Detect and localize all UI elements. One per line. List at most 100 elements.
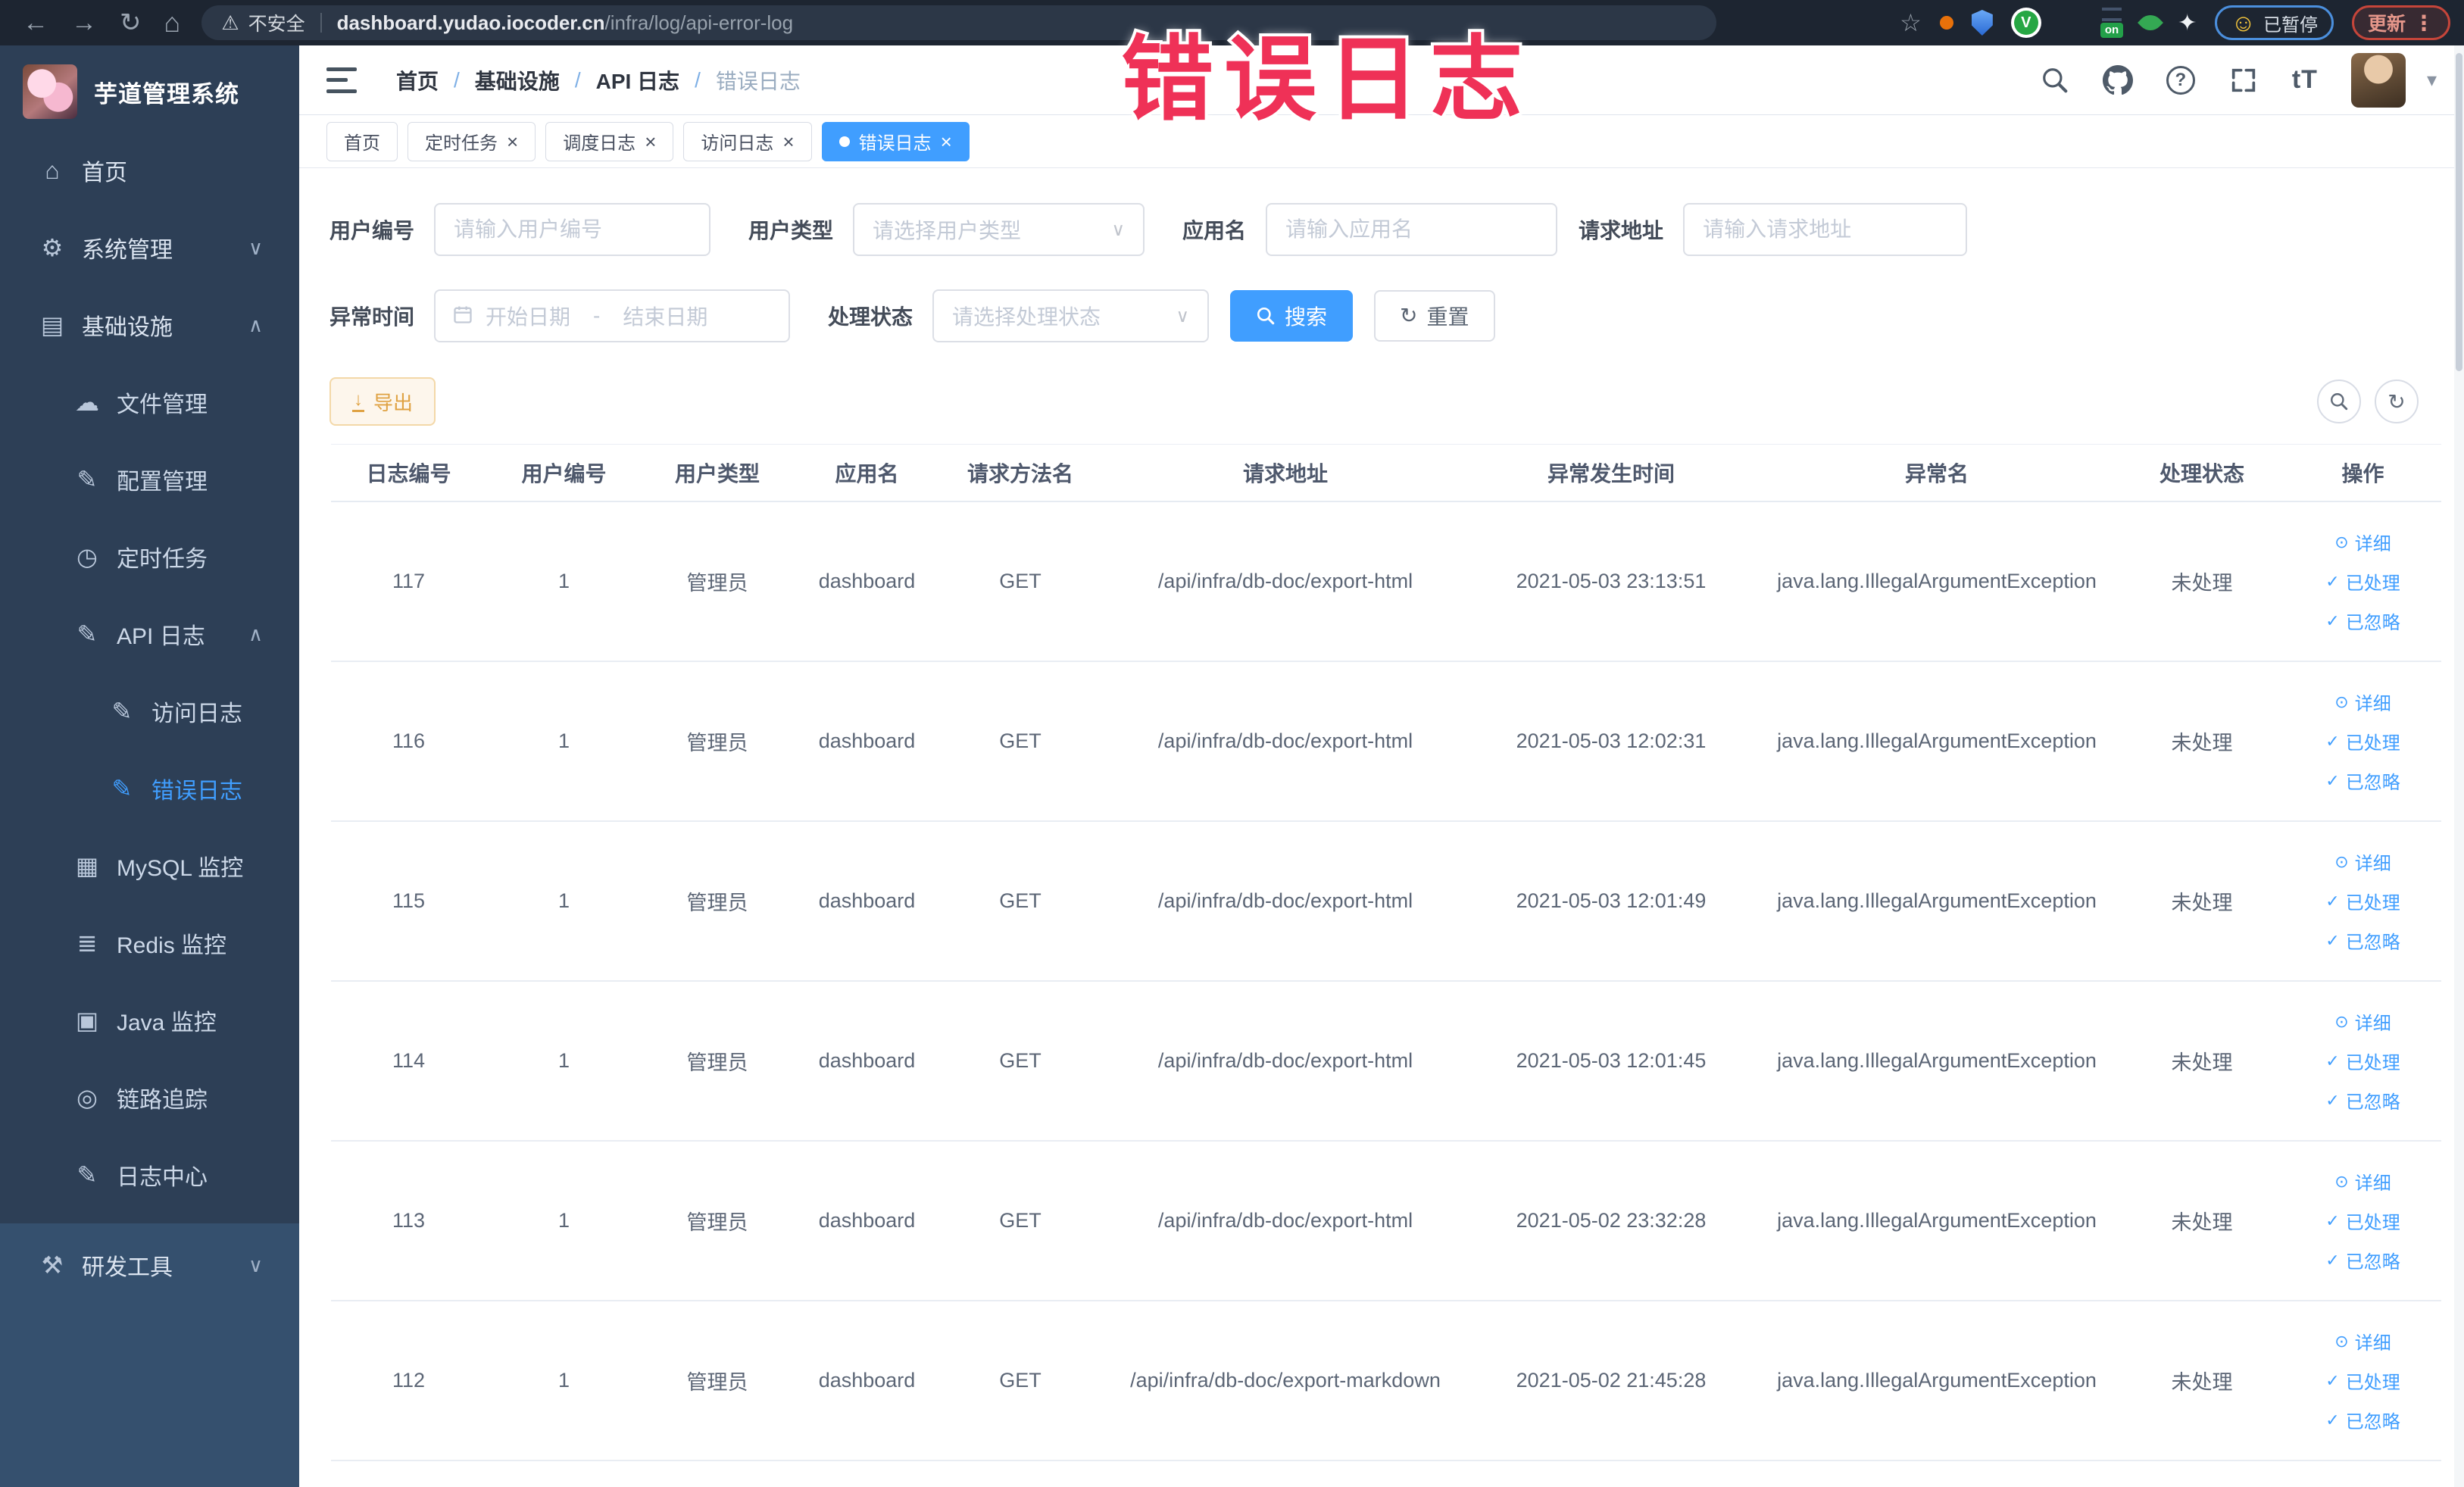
sidebar-item-system-management[interactable]: ⚙ 系统管理 ∨ bbox=[0, 209, 299, 286]
ignored-link-label: 已忽略 bbox=[2345, 932, 2400, 953]
sidebar-item-error-log[interactable]: ✎ 错误日志 bbox=[0, 750, 299, 827]
tab-close-icon[interactable]: × bbox=[507, 132, 518, 152]
detail-link[interactable]: ⊙ 详细 bbox=[2334, 529, 2391, 555]
extension-shield-icon[interactable] bbox=[1971, 10, 1993, 36]
user-avatar[interactable] bbox=[2350, 52, 2406, 108]
sidebar-item-api-log[interactable]: ✎ API 日志 ∧ bbox=[0, 595, 299, 673]
detail-link[interactable]: ⊙ 详细 bbox=[2334, 1168, 2391, 1195]
profile-avatar-icon: ☺ bbox=[2231, 9, 2256, 36]
sidebar-item-redis-monitor[interactable]: ≣ Redis 监控 bbox=[0, 904, 299, 982]
table-grid-icon: ▦ bbox=[75, 852, 99, 879]
exception-time-range-picker[interactable]: 开始日期 - 结束日期 bbox=[434, 289, 791, 342]
mark-processed-link[interactable]: ✓ 已处理 bbox=[2325, 1207, 2400, 1234]
sidebar-logo-row[interactable]: 芋道管理系统 bbox=[0, 45, 299, 121]
extension-orange-icon[interactable] bbox=[1939, 16, 1953, 30]
security-label[interactable]: 不安全 bbox=[248, 9, 305, 36]
sidebar-item-access-log[interactable]: ✎ 访问日志 bbox=[0, 673, 299, 750]
user-type-select[interactable]: 请选择用户类型 ∨ bbox=[853, 203, 1145, 256]
mark-processed-link[interactable]: ✓ 已处理 bbox=[2325, 888, 2400, 914]
reset-button-label: 重置 bbox=[1426, 305, 1469, 329]
tab-error-log[interactable]: 错误日志 × bbox=[821, 121, 970, 161]
process-status-select[interactable]: 请选择处理状态 ∨ bbox=[932, 289, 1210, 342]
tab-close-icon[interactable]: × bbox=[645, 132, 656, 152]
sidebar-item-infrastructure[interactable]: ▤ 基础设施 ∧ bbox=[0, 286, 299, 364]
mark-processed-link[interactable]: ✓ 已处理 bbox=[2325, 728, 2400, 754]
scrollbar-thumb[interactable] bbox=[2456, 53, 2462, 371]
sidebar-item-log-center[interactable]: ✎ 日志中心 bbox=[0, 1136, 299, 1214]
mark-ignored-link[interactable]: ✓ 已忽略 bbox=[2325, 927, 2400, 954]
sidebar-item-label: 文件管理 bbox=[117, 392, 208, 417]
mark-ignored-link[interactable]: ✓ 已忽略 bbox=[2325, 608, 2400, 634]
tab-access-log[interactable]: 访问日志 × bbox=[683, 121, 812, 161]
sidebar-item-home[interactable]: ⌂ 首页 bbox=[0, 132, 299, 209]
toolbox-icon: ⚒ bbox=[41, 1251, 64, 1279]
breadcrumb-api-log[interactable]: API 日志 bbox=[596, 65, 679, 95]
browser-reload-icon[interactable]: ↻ bbox=[120, 0, 142, 45]
detail-link[interactable]: ⊙ 详细 bbox=[2334, 1328, 2391, 1354]
tab-label: 定时任务 bbox=[425, 133, 498, 154]
tab-close-icon[interactable]: × bbox=[941, 132, 952, 152]
reset-button[interactable]: ↻ 重置 bbox=[1374, 290, 1495, 342]
browser-update-button[interactable]: 更新 ⋮ bbox=[2351, 5, 2450, 40]
fullscreen-icon[interactable] bbox=[2228, 65, 2259, 95]
extension-sparkle-icon[interactable]: ✦ bbox=[2178, 10, 2197, 36]
breadcrumb-infrastructure[interactable]: 基础设施 bbox=[475, 65, 560, 95]
tab-home[interactable]: 首页 bbox=[326, 121, 398, 161]
extension-v-icon[interactable]: V bbox=[2010, 8, 2041, 38]
sidebar-item-scheduled-tasks[interactable]: ◷ 定时任务 bbox=[0, 518, 299, 595]
cell-request-url: /api/infra/db-doc/export-html bbox=[1157, 729, 1413, 752]
caret-down-icon[interactable]: ▾ bbox=[2427, 68, 2437, 92]
cell-user-id: 1 bbox=[557, 1209, 570, 1232]
sidebar-toggle-icon[interactable] bbox=[326, 67, 357, 93]
sidebar-item-config-management[interactable]: ✎ 配置管理 bbox=[0, 441, 299, 518]
tab-schedule-log[interactable]: 调度日志 × bbox=[545, 121, 674, 161]
cell-method: GET bbox=[999, 1049, 1042, 1072]
detail-link[interactable]: ⊙ 详细 bbox=[2334, 1008, 2391, 1035]
export-button[interactable]: ↓ 导出 bbox=[329, 377, 436, 426]
font-size-icon[interactable]: tT bbox=[2292, 65, 2318, 95]
user-id-input[interactable] bbox=[434, 203, 711, 256]
request-url-input[interactable] bbox=[1683, 203, 1968, 256]
extension-grid-icon[interactable] bbox=[2060, 11, 2082, 34]
mark-ignored-link[interactable]: ✓ 已忽略 bbox=[2325, 1407, 2400, 1433]
cell-request-url: /api/infra/db-doc/export-markdown bbox=[1130, 1369, 1441, 1392]
mark-processed-link[interactable]: ✓ 已处理 bbox=[2325, 1367, 2400, 1394]
browser-back-icon[interactable]: ← bbox=[23, 0, 48, 45]
page-scrollbar[interactable] bbox=[2454, 45, 2464, 1487]
tab-scheduled-tasks[interactable]: 定时任务 × bbox=[408, 121, 536, 161]
ignored-link-label: 已忽略 bbox=[2345, 1252, 2400, 1273]
sidebar-item-trace[interactable]: ◎ 链路追踪 bbox=[0, 1059, 299, 1136]
extension-sprout-icon[interactable] bbox=[2138, 10, 2164, 36]
browser-forward-icon[interactable]: → bbox=[71, 0, 97, 45]
mark-ignored-link[interactable]: ✓ 已忽略 bbox=[2325, 1247, 2400, 1273]
bookmark-star-icon[interactable]: ☆ bbox=[1900, 8, 1922, 37]
database-icon: ≣ bbox=[77, 929, 98, 957]
detail-link[interactable]: ⊙ 详细 bbox=[2334, 848, 2391, 875]
sidebar-item-java-monitor[interactable]: ▣ Java 监控 bbox=[0, 982, 299, 1059]
mark-processed-link[interactable]: ✓ 已处理 bbox=[2325, 1048, 2400, 1074]
tab-close-icon[interactable]: × bbox=[782, 132, 794, 152]
browser-home-icon[interactable]: ⌂ bbox=[164, 0, 181, 45]
sidebar-item-dev-tools[interactable]: ⚒ 研发工具 ∨ bbox=[0, 1226, 299, 1304]
refresh-table-button[interactable]: ↻ bbox=[2375, 380, 2419, 423]
cell-app-name: dashboard bbox=[818, 729, 916, 752]
sidebar-item-mysql-monitor[interactable]: ▦ MySQL 监控 bbox=[0, 827, 299, 904]
sidebar-item-label: 基础设施 bbox=[82, 315, 173, 340]
search-icon[interactable] bbox=[2041, 66, 2069, 95]
cell-user-type: 管理员 bbox=[686, 732, 748, 754]
browser-menu-icon[interactable]: ⋮ bbox=[2413, 11, 2434, 36]
extension-on-icon[interactable]: on bbox=[2100, 8, 2124, 38]
detail-link[interactable]: ⊙ 详细 bbox=[2334, 689, 2391, 715]
github-icon[interactable] bbox=[2102, 64, 2133, 95]
mark-processed-link[interactable]: ✓ 已处理 bbox=[2325, 568, 2400, 595]
mark-ignored-link[interactable]: ✓ 已忽略 bbox=[2325, 1087, 2400, 1114]
breadcrumb-home[interactable]: 首页 bbox=[396, 65, 439, 95]
mark-ignored-link[interactable]: ✓ 已忽略 bbox=[2325, 767, 2400, 794]
cell-user-id: 1 bbox=[557, 729, 570, 752]
search-button[interactable]: 搜索 bbox=[1230, 290, 1354, 342]
profile-paused-badge[interactable]: ☺ 已暂停 bbox=[2215, 5, 2334, 40]
app-name-input[interactable] bbox=[1266, 203, 1558, 256]
help-icon[interactable]: ? bbox=[2166, 65, 2195, 95]
toggle-search-button[interactable] bbox=[2317, 380, 2361, 423]
sidebar-item-file-management[interactable]: ☁ 文件管理 bbox=[0, 364, 299, 441]
